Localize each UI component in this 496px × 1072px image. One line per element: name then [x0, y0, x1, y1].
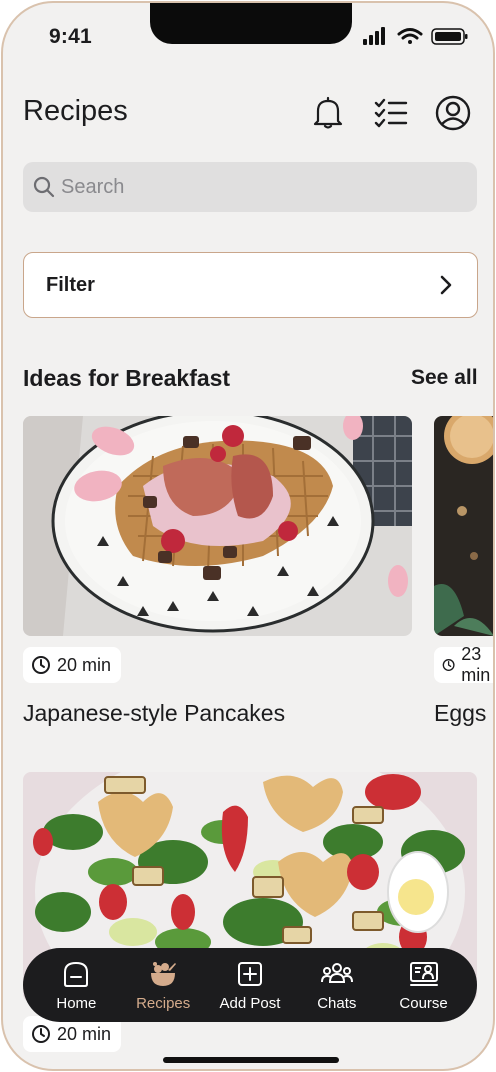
- tab-label: Chats: [317, 994, 357, 1012]
- recipe-title[interactable]: Eggs Benedict: [434, 700, 493, 727]
- tab-recipes[interactable]: Recipes: [121, 959, 205, 1012]
- tab-chats[interactable]: Chats: [295, 959, 379, 1012]
- recipe-title[interactable]: Japanese-style Pancakes: [23, 700, 285, 727]
- cook-time: 23 min: [461, 644, 491, 685]
- filter-label: Filter: [46, 273, 95, 296]
- recipes-icon: [151, 961, 177, 986]
- recipe-image-pancakes[interactable]: [23, 416, 412, 636]
- see-all-link[interactable]: See all: [411, 366, 478, 390]
- clock-icon: [32, 1025, 50, 1043]
- notch: [150, 3, 352, 44]
- cook-time-badge: 23 min: [434, 644, 493, 685]
- course-icon: [409, 961, 438, 986]
- tab-label: Home: [56, 994, 97, 1012]
- chats-icon: [320, 962, 353, 983]
- recipe-image-eggs[interactable]: [434, 416, 493, 636]
- section-title: Ideas for Breakfast: [23, 365, 231, 391]
- profile-icon: [435, 95, 471, 131]
- tab-home[interactable]: Home: [34, 959, 118, 1012]
- phone-screen: 9:41 Recipes Search Filter Ideas for Bre…: [1, 1, 495, 1071]
- cook-time-badge: 20 min: [23, 647, 122, 683]
- tab-label: Add Post: [219, 994, 281, 1012]
- wifi-icon: [397, 28, 423, 44]
- search-bar[interactable]: [23, 162, 477, 212]
- status-time: 9:41: [49, 25, 92, 48]
- filter-button[interactable]: Filter: [23, 252, 478, 318]
- search-icon: [33, 176, 55, 198]
- tab-add-post[interactable]: Add Post: [208, 959, 292, 1012]
- profile-button[interactable]: [435, 95, 471, 131]
- cook-time: 20 min: [57, 1023, 112, 1044]
- search-input[interactable]: [61, 175, 441, 199]
- tab-course[interactable]: Course: [382, 959, 466, 1012]
- chevron-right-icon: [440, 275, 452, 295]
- add-post-icon: [237, 961, 262, 986]
- status-icons: [363, 27, 469, 47]
- home-icon: [64, 961, 89, 987]
- cook-time: 20 min: [57, 654, 112, 675]
- home-indicator[interactable]: [163, 1057, 339, 1063]
- notifications-button[interactable]: [310, 95, 346, 131]
- cellular-signal-icon: [363, 27, 385, 45]
- tab-label: Recipes: [136, 994, 191, 1012]
- tab-label: Course: [399, 994, 448, 1012]
- battery-icon: [431, 28, 468, 45]
- bottom-tab-bar: Home Recipes Add Post Chats Course: [23, 948, 477, 1022]
- clock-icon: [32, 656, 50, 674]
- clock-icon: [442, 659, 455, 671]
- bell-icon: [313, 96, 343, 129]
- checklist-icon: [374, 98, 408, 128]
- page-title: Recipes: [23, 95, 128, 127]
- checklist-button[interactable]: [373, 95, 409, 131]
